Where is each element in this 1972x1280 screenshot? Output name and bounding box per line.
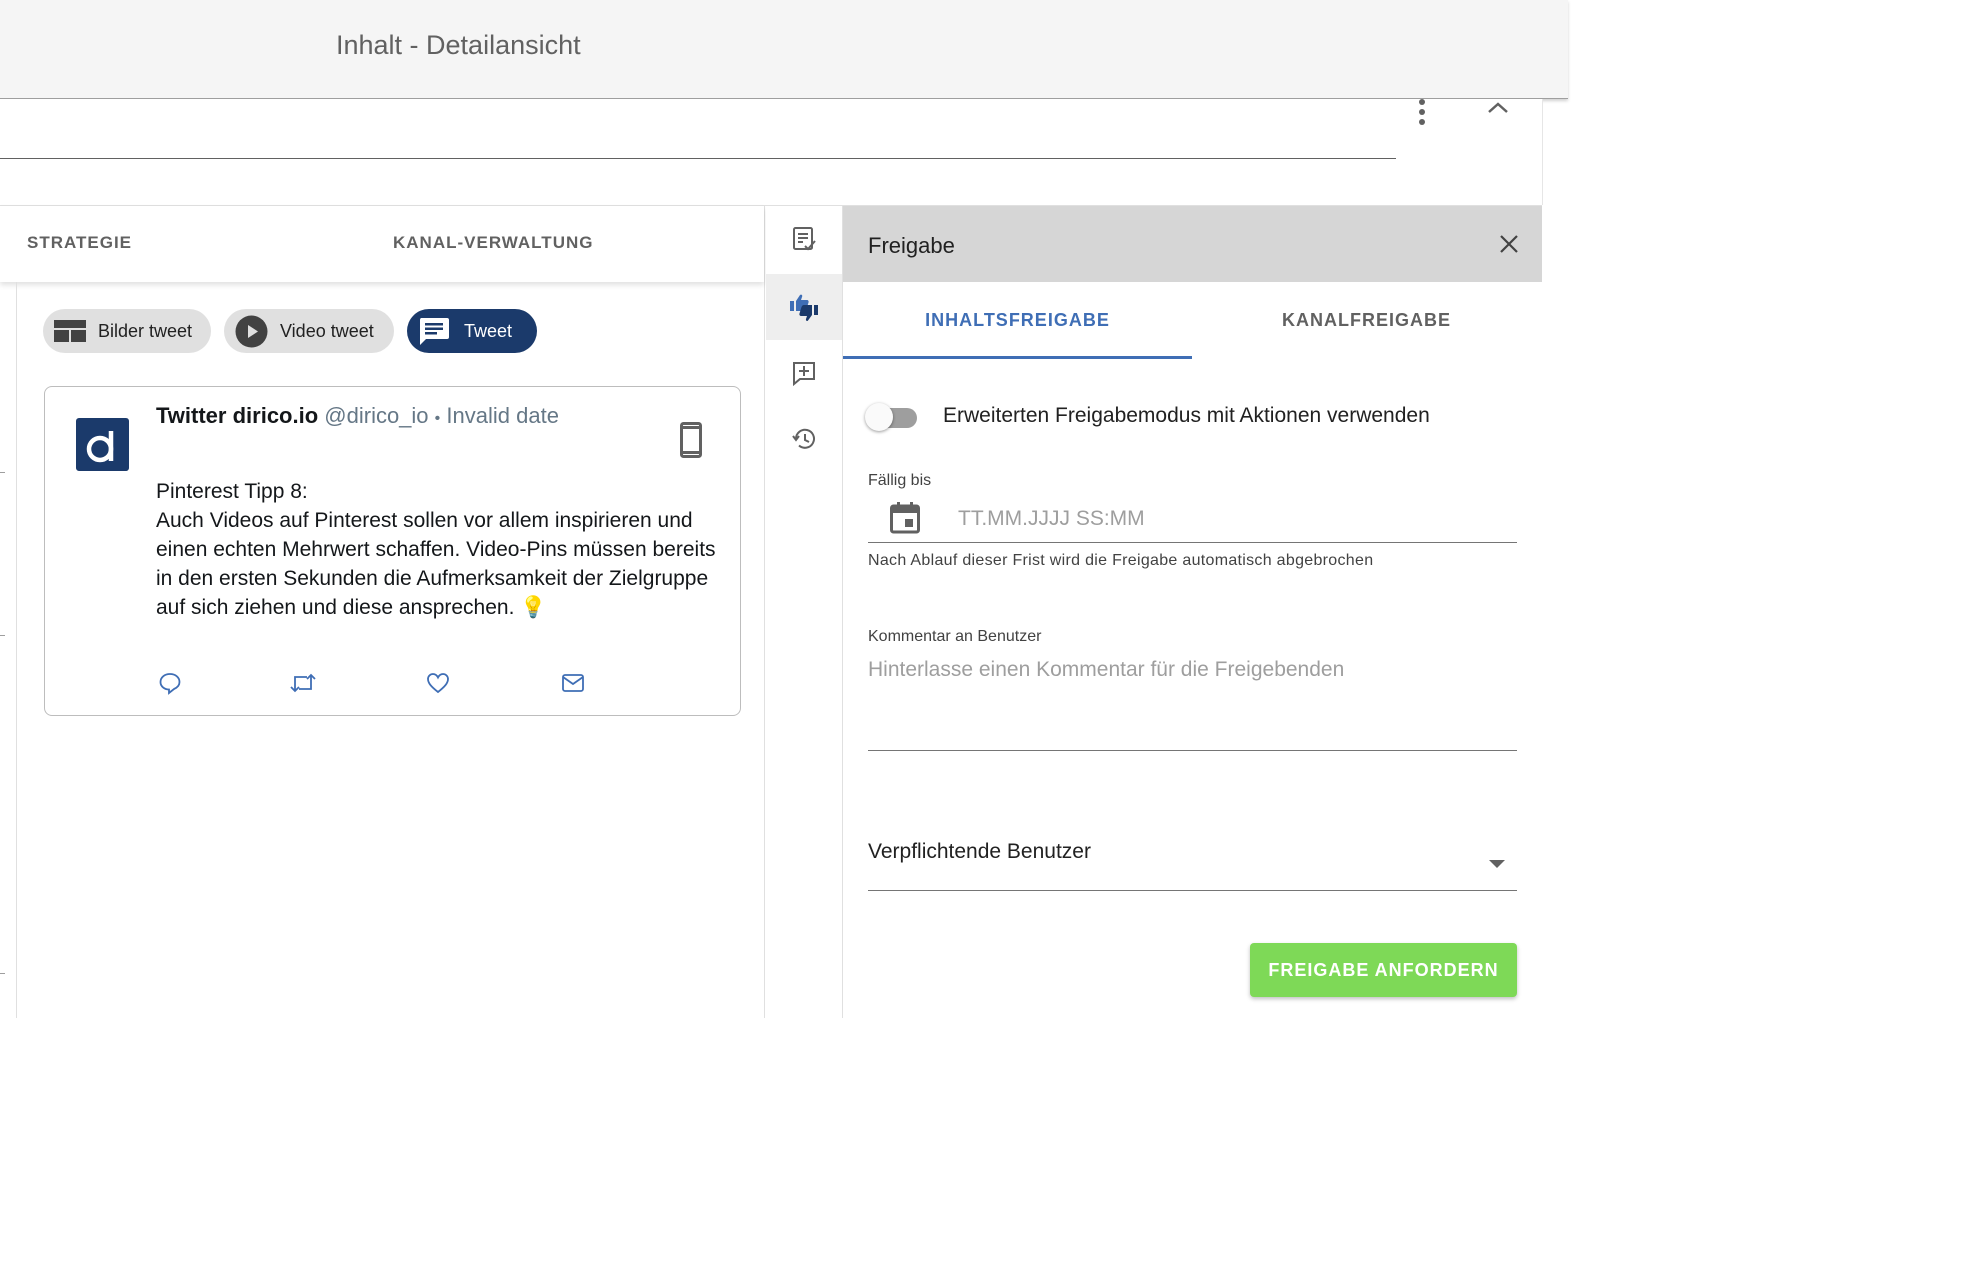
tweet-preview-card: Twitter dirico.io @dirico_io • Invalid d… [44,386,741,716]
side-icon-column [766,206,843,1018]
freigabe-panel: Freigabe INHALTSFREIGABE KANALFREIGABE E… [843,206,1542,1018]
chevron-up-icon[interactable] [1484,99,1512,119]
add-comment-icon[interactable] [766,340,842,406]
comment-input[interactable] [868,658,1517,751]
left-edge-line [16,282,17,1018]
due-date-label: Fällig bis [868,472,932,489]
chip-label: Tweet [464,320,513,341]
app-header: Inhalt - Detailansicht [0,0,1568,99]
tweet-date: Invalid date [446,403,559,428]
chip-video-tweet[interactable]: Video tweet [224,309,394,353]
avatar [76,418,129,471]
like-icon[interactable] [426,671,450,700]
tweet-text: Pinterest Tipp 8: Auch Videos auf Pinter… [156,480,716,619]
due-date-input[interactable] [956,500,1500,538]
select-label: Verpflichtende Benutzer [868,840,1091,863]
tweet-header: Twitter dirico.io @dirico_io • Invalid d… [156,403,559,429]
play-icon [235,315,268,348]
active-tab-indicator [843,356,1192,359]
tab-kanalfreigabe[interactable]: KANALFREIGABE [1192,282,1541,359]
tweet-handle: @dirico_io [324,403,429,428]
advanced-mode-toggle[interactable] [865,402,925,432]
tab-kanal-verwaltung[interactable]: KANAL-VERWALTUNG [393,233,593,253]
left-tab-bar: STRATEGIE KANAL-VERWALTUNG [0,206,764,282]
content-subheader [0,99,1543,205]
tweet-separator: • [434,410,441,427]
edge-tick [0,472,5,473]
chip-bilder-tweet[interactable]: Bilder tweet [43,309,211,353]
chip-tweet[interactable]: Tweet [407,309,537,353]
tab-inhaltsfreigabe[interactable]: INHALTSFREIGABE [843,282,1192,359]
calendar-icon[interactable] [890,502,920,539]
chip-label: Video tweet [280,320,374,341]
page-title: Inhalt - Detailansicht [336,30,581,60]
chip-label: Bilder tweet [98,320,193,341]
close-icon[interactable] [1497,232,1521,261]
title-input-underline [0,158,1396,159]
toggle-label: Erweiterten Freigabemodus mit Aktionen v… [943,404,1430,427]
panel-title: Freigabe [868,233,955,258]
tweet-account-name: Twitter dirico.io [156,403,319,428]
dropdown-caret-icon [1489,860,1505,868]
retweet-icon[interactable] [289,671,317,700]
more-vert-icon[interactable] [1412,99,1432,125]
mail-icon[interactable] [561,671,585,700]
message-icon [418,316,450,346]
reply-icon[interactable] [158,671,182,700]
history-icon[interactable] [766,406,842,472]
freigabe-panel-header: Freigabe [843,206,1542,282]
edge-tick [0,635,5,636]
edge-tick [0,973,5,974]
preview-panel: STRATEGIE KANAL-VERWALTUNG Bilder tweet … [0,206,765,1018]
mandatory-users-select[interactable]: Verpflichtende Benutzer [868,828,1517,891]
tab-strategie[interactable]: STRATEGIE [27,233,132,253]
mobile-preview-icon[interactable] [680,422,702,463]
due-date-hint: Nach Ablauf dieser Frist wird die Freiga… [868,552,1374,569]
due-date-field [868,496,1517,543]
approval-thumbs-icon[interactable] [766,274,842,340]
comment-label: Kommentar an Benutzer [868,628,1042,645]
request-approval-button[interactable]: FREIGABE ANFORDERN [1250,943,1517,997]
content-check-icon[interactable] [766,206,842,272]
image-grid-icon [54,320,86,342]
